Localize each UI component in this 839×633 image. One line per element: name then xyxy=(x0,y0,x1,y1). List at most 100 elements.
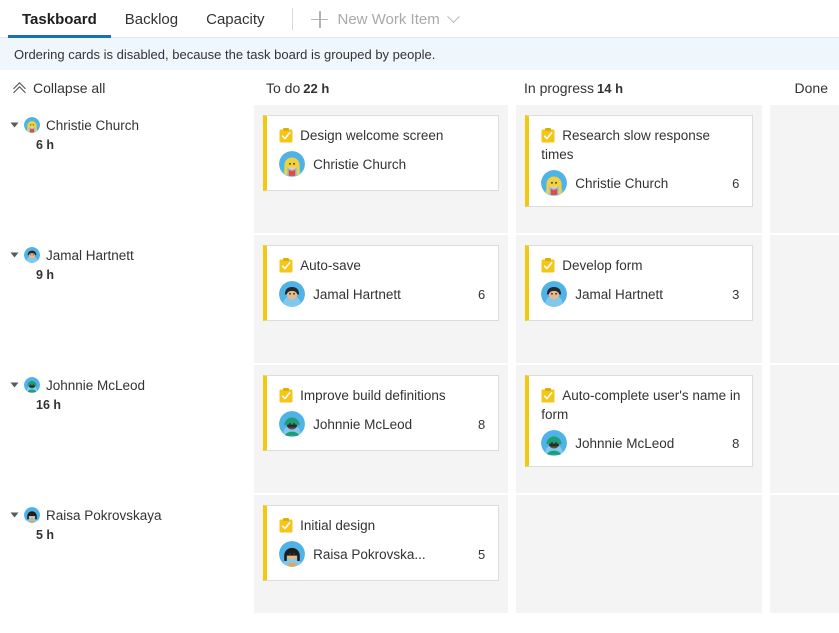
task-card-remaining-work: 6 xyxy=(732,175,740,191)
cell-inprogress[interactable]: Develop form Jamal Hartnett 3 xyxy=(516,235,763,363)
task-card-footer: Jamal Hartnett 6 xyxy=(279,281,488,307)
person-name: Johnnie McLeod xyxy=(46,377,146,393)
cell-todo[interactable]: Auto-save Jamal Hartnett 6 xyxy=(254,235,509,363)
task-clipboard-icon xyxy=(541,128,555,143)
cell-done[interactable] xyxy=(770,495,839,613)
tab-bar: Taskboard Backlog Capacity New Work Item xyxy=(0,0,839,38)
column-header-inprogress-name: In progress xyxy=(524,79,595,96)
toolbar-separator xyxy=(292,8,294,30)
column-header-todo-hours: 22 h xyxy=(303,80,330,96)
cell-inprogress[interactable] xyxy=(516,495,763,613)
task-card[interactable]: Research slow response times Christie Chu… xyxy=(525,115,754,207)
task-card[interactable]: Improve build definitions Johnnie McLeod 8 xyxy=(263,375,500,451)
chevron-double-up-icon xyxy=(14,82,26,94)
plus-icon xyxy=(311,10,329,28)
task-card-remaining-work: 5 xyxy=(477,546,486,562)
collapse-triangle-icon[interactable] xyxy=(10,382,19,388)
column-header-done-name: Done xyxy=(794,79,828,96)
avatar xyxy=(24,247,40,263)
task-card-title: Research slow response times xyxy=(541,126,742,164)
task-card[interactable]: Auto-complete user's name in form Johnnie… xyxy=(525,375,754,467)
avatar xyxy=(24,117,40,133)
cell-inprogress[interactable]: Research slow response times Christie Chu… xyxy=(516,105,763,233)
new-work-item-button[interactable]: New Work Item xyxy=(303,0,465,38)
task-clipboard-icon xyxy=(541,388,555,403)
tab-capacity[interactable]: Capacity xyxy=(192,0,278,38)
tab-backlog[interactable]: Backlog xyxy=(111,0,192,38)
board-rows: Christie Church 6 h Design welcome screen C… xyxy=(0,105,839,613)
column-header-done: Done xyxy=(764,80,833,96)
person-name: Jamal Hartnett xyxy=(46,247,134,263)
person-hours: 5 h xyxy=(36,528,55,542)
cell-inprogress[interactable]: Auto-complete user's name in form Johnnie… xyxy=(516,365,763,493)
cell-done[interactable] xyxy=(770,365,839,493)
task-card-title: Initial design xyxy=(279,516,488,535)
person-swimlane-header[interactable]: Johnnie McLeod 16 h xyxy=(0,365,255,493)
person-name: Raisa Pokrovskaya xyxy=(46,507,162,523)
collapse-all-button[interactable]: Collapse all xyxy=(0,80,256,96)
task-card[interactable]: Initial design Raisa Pokrovska... 5 xyxy=(263,505,500,581)
task-card-title-text: Improve build definitions xyxy=(300,388,446,403)
collapse-triangle-icon[interactable] xyxy=(10,252,19,258)
task-clipboard-icon xyxy=(279,518,293,533)
avatar xyxy=(24,377,40,393)
task-card-footer: Christie Church xyxy=(279,151,488,177)
person-hours: 9 h xyxy=(36,268,55,282)
board-row: Johnnie McLeod 16 h Improve build definiti… xyxy=(0,365,839,493)
person-row: Christie Church xyxy=(10,117,254,133)
chevron-down-icon[interactable] xyxy=(446,9,460,23)
info-banner-message: Ordering cards is disabled, because the … xyxy=(14,46,436,62)
taskboard: Collapse all To do 22 h In progress 14 h D… xyxy=(0,70,839,633)
task-card-title-text: Develop form xyxy=(562,258,643,273)
task-card-title-text: Initial design xyxy=(300,518,376,533)
task-card-assignee: Jamal Hartnett xyxy=(313,286,401,302)
person-hours: 16 h xyxy=(36,398,62,412)
task-card-title: Design welcome screen xyxy=(279,126,488,145)
avatar xyxy=(279,281,306,307)
task-card[interactable]: Design welcome screen Christie Church xyxy=(263,115,500,191)
person-swimlane-header[interactable]: Christie Church 6 h xyxy=(0,105,255,233)
task-card-title-text: Research slow response times xyxy=(541,128,711,162)
task-card-remaining-work: 8 xyxy=(477,416,486,432)
tab-taskboard[interactable]: Taskboard xyxy=(8,0,111,38)
task-clipboard-icon xyxy=(279,388,293,403)
collapse-all-label: Collapse all xyxy=(33,79,106,96)
new-work-item-label: New Work Item xyxy=(337,10,440,28)
task-card-title-text: Auto-complete user's name in form xyxy=(541,388,741,422)
avatar xyxy=(279,411,306,437)
collapse-triangle-icon[interactable] xyxy=(10,122,19,128)
cell-todo[interactable]: Improve build definitions Johnnie McLeod 8 xyxy=(254,365,509,493)
tab-taskboard-label: Taskboard xyxy=(22,10,97,28)
column-header-todo-name: To do xyxy=(266,79,301,96)
task-card-footer: Johnnie McLeod 8 xyxy=(541,430,742,456)
task-clipboard-icon xyxy=(279,258,293,273)
collapse-triangle-icon[interactable] xyxy=(10,512,19,518)
task-card-assignee: Christie Church xyxy=(313,156,407,172)
person-name: Christie Church xyxy=(46,117,140,133)
cell-done[interactable] xyxy=(770,235,839,363)
task-card-title: Improve build definitions xyxy=(279,386,488,405)
task-card[interactable]: Auto-save Jamal Hartnett 6 xyxy=(263,245,500,321)
task-card-assignee: Raisa Pokrovska... xyxy=(313,546,426,562)
task-card-title: Auto-save xyxy=(279,256,488,275)
task-clipboard-icon xyxy=(279,128,293,143)
task-card-assignee: Christie Church xyxy=(575,175,669,191)
cell-done[interactable] xyxy=(770,105,839,233)
task-card-assignee: Jamal Hartnett xyxy=(575,286,663,302)
task-card-title: Auto-complete user's name in form xyxy=(541,386,742,424)
person-row: Raisa Pokrovskaya xyxy=(10,507,254,523)
column-header-todo: To do 22 h xyxy=(256,80,514,96)
cell-todo[interactable]: Initial design Raisa Pokrovska... 5 xyxy=(254,495,509,613)
board-row: Raisa Pokrovskaya 5 h Initial design Raisa … xyxy=(0,495,839,613)
task-card-title-text: Design welcome screen xyxy=(300,128,444,143)
person-swimlane-header[interactable]: Raisa Pokrovskaya 5 h xyxy=(0,495,255,613)
task-clipboard-icon xyxy=(541,258,555,273)
avatar xyxy=(279,151,306,177)
board-row: Jamal Hartnett 9 h Auto-save Jamal Hartnett… xyxy=(0,235,839,363)
person-hours: 6 h xyxy=(36,138,55,152)
cell-todo[interactable]: Design welcome screen Christie Church xyxy=(254,105,509,233)
person-swimlane-header[interactable]: Jamal Hartnett 9 h xyxy=(0,235,255,363)
task-card-assignee: Johnnie McLeod xyxy=(575,435,675,451)
task-card[interactable]: Develop form Jamal Hartnett 3 xyxy=(525,245,754,321)
column-header-inprogress: In progress 14 h xyxy=(514,80,764,96)
